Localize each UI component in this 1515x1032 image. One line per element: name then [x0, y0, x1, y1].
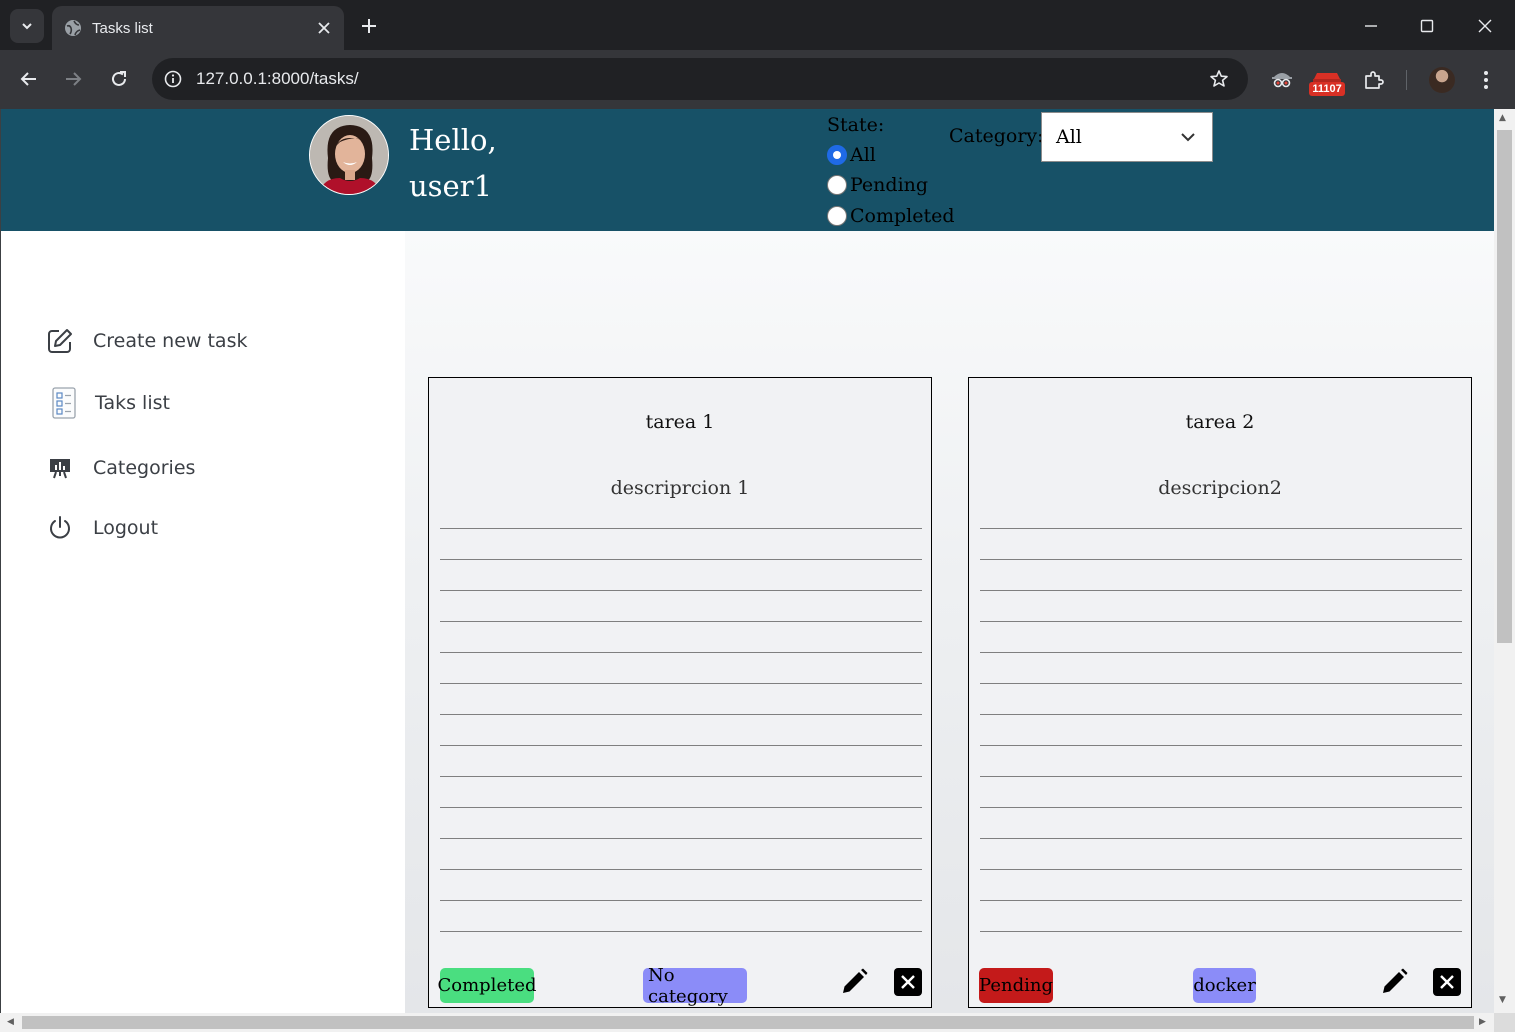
- user-avatar: [309, 115, 389, 195]
- toolbar-divider: [1406, 70, 1407, 90]
- radio-label: All: [850, 144, 876, 166]
- delete-task-button[interactable]: [894, 968, 922, 996]
- scroll-up-arrow-icon[interactable]: ▲: [1499, 113, 1506, 123]
- scroll-left-arrow-icon[interactable]: ◀: [7, 1017, 14, 1027]
- sidebar-item-logout[interactable]: Logout: [45, 513, 158, 543]
- username: user1: [409, 169, 493, 203]
- radio-label: Completed: [850, 205, 955, 227]
- edit-square-icon: [45, 326, 75, 356]
- browser-tab-strip: Tasks list: [0, 0, 1515, 50]
- plus-icon: [362, 19, 376, 33]
- task-description: descriprcion 1: [610, 477, 750, 499]
- spy-extension-icon[interactable]: [1268, 66, 1296, 94]
- sidebar-item-task-list[interactable]: Taks list: [49, 387, 170, 419]
- task-state-badge: Completed: [437, 968, 537, 1003]
- extensions-puzzle-icon[interactable]: [1360, 66, 1388, 94]
- main-content: tarea 1 descriprcion 1 Completed No cate…: [405, 231, 1494, 1013]
- greeting-line1: Hello,: [409, 123, 497, 157]
- task-card: tarea 2 descripcion2 Pending docker: [968, 377, 1472, 1008]
- sidebar: Create new task Taks list Categories Log…: [1, 231, 405, 1013]
- browser-tab[interactable]: Tasks list: [52, 6, 344, 50]
- task-category-badge: docker: [1193, 968, 1256, 1003]
- radio-button[interactable]: [827, 206, 847, 226]
- pencil-icon[interactable]: [1378, 966, 1410, 998]
- forward-button[interactable]: [58, 64, 88, 94]
- address-bar[interactable]: 127.0.0.1:8000/tasks/: [152, 58, 1248, 100]
- task-description: descripcion2: [1158, 477, 1282, 499]
- task-card: tarea 1 descriprcion 1 Completed No cate…: [428, 377, 932, 1008]
- profile-avatar[interactable]: [1429, 67, 1455, 93]
- category-select-value: All: [1056, 126, 1082, 148]
- close-icon: [901, 975, 915, 989]
- sidebar-item-label: Taks list: [95, 392, 170, 414]
- category-select[interactable]: All: [1041, 112, 1213, 162]
- page-viewport: Hello, user1 State: All Pending Complete…: [0, 109, 1494, 1013]
- maximize-icon: [1420, 19, 1434, 33]
- radio-button[interactable]: [827, 175, 847, 195]
- site-info-icon[interactable]: [162, 68, 184, 90]
- app-header: Hello, user1 State: All Pending Complete…: [1, 109, 1494, 231]
- delete-task-button[interactable]: [1433, 968, 1461, 996]
- state-filter-label: State:: [827, 114, 885, 136]
- task-title: tarea 2: [1185, 411, 1255, 433]
- sidebar-item-label: Logout: [93, 517, 159, 539]
- presentation-chart-icon: [45, 453, 75, 483]
- scrollbar-corner: [1494, 1013, 1515, 1032]
- state-radio-all[interactable]: All: [827, 144, 876, 166]
- notebook-lines: [980, 498, 1462, 938]
- close-icon: [1478, 19, 1492, 33]
- back-button[interactable]: [14, 64, 44, 94]
- reload-icon: [112, 71, 126, 86]
- minimize-icon: [1365, 25, 1377, 27]
- task-category-badge: No category: [643, 965, 747, 1007]
- tab-title: Tasks list: [92, 19, 153, 37]
- chevron-down-icon: [22, 23, 32, 30]
- scroll-down-arrow-icon[interactable]: ▼: [1499, 995, 1506, 1005]
- pencil-icon[interactable]: [838, 966, 870, 998]
- state-radio-pending[interactable]: Pending: [827, 174, 928, 196]
- tab-search-button[interactable]: [10, 9, 44, 43]
- minimize-button[interactable]: [1356, 11, 1386, 41]
- radio-button-selected[interactable]: [827, 145, 847, 165]
- close-tab-icon[interactable]: [312, 16, 336, 40]
- vertical-scrollbar-thumb[interactable]: [1497, 130, 1512, 643]
- horizontal-scrollbar-thumb[interactable]: [22, 1016, 1474, 1029]
- close-icon: [1440, 975, 1454, 989]
- extension-badge: 11107: [1309, 82, 1345, 96]
- sidebar-item-categories[interactable]: Categories: [45, 453, 195, 483]
- category-filter-label: Category:: [949, 125, 1044, 147]
- arrow-left-icon: [20, 72, 36, 86]
- sidebar-item-label: Create new task: [93, 330, 248, 352]
- checklist-icon: [49, 387, 79, 419]
- sidebar-item-create-task[interactable]: Create new task: [45, 326, 247, 356]
- close-window-button[interactable]: [1470, 11, 1500, 41]
- greeting: Hello, user1: [409, 117, 497, 209]
- scroll-right-arrow-icon[interactable]: ▶: [1479, 1017, 1486, 1027]
- reload-button[interactable]: [104, 64, 134, 94]
- power-icon: [45, 513, 75, 543]
- notebook-lines: [440, 498, 922, 938]
- chevron-down-icon: [1174, 132, 1202, 142]
- radio-label: Pending: [850, 174, 929, 196]
- url-text[interactable]: 127.0.0.1:8000/tasks/: [196, 69, 1206, 89]
- arrow-right-icon: [66, 72, 82, 86]
- bookmark-star-icon[interactable]: [1206, 66, 1232, 92]
- maximize-button[interactable]: [1412, 11, 1442, 41]
- task-state-badge: Pending: [979, 968, 1053, 1003]
- globe-icon: [64, 19, 82, 37]
- new-tab-button[interactable]: [356, 13, 382, 39]
- state-radio-completed[interactable]: Completed: [827, 205, 955, 227]
- task-title: tarea 1: [645, 411, 715, 433]
- sidebar-item-label: Categories: [93, 457, 196, 479]
- browser-toolbar: 127.0.0.1:8000/tasks/: [0, 50, 1515, 109]
- browser-menu-icon[interactable]: [1476, 66, 1496, 94]
